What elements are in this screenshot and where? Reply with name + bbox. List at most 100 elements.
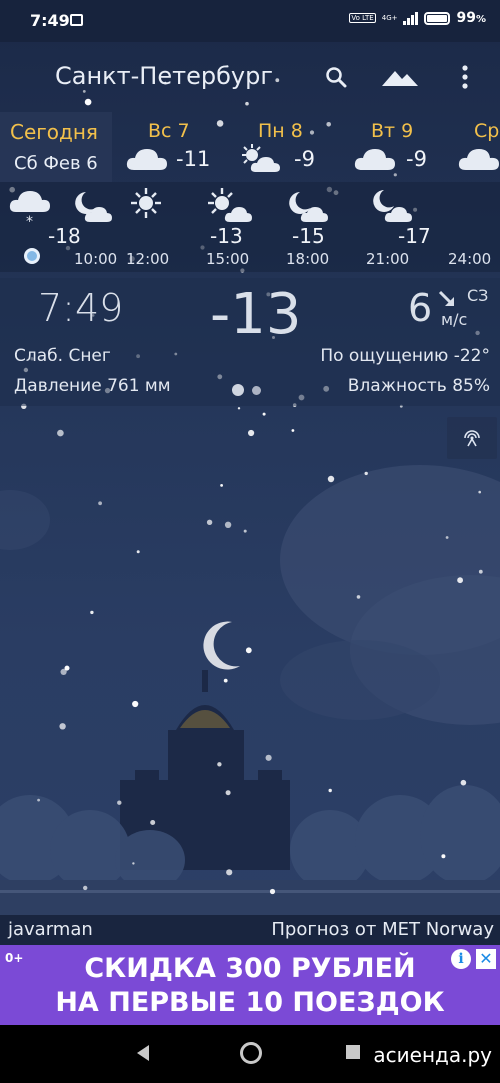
snowflake: [265, 754, 272, 761]
home-icon[interactable]: [240, 1042, 262, 1064]
ad-close-icon[interactable]: ✕: [476, 949, 496, 969]
snowflake: [226, 869, 233, 876]
snowflake: [237, 407, 241, 410]
status-time: 7:49: [30, 11, 70, 30]
hour-time: 12:00: [126, 250, 170, 268]
day-date: Сб Фев 6: [14, 153, 98, 174]
current-temperature: -13: [210, 282, 302, 347]
hour-item: 24:00: [448, 182, 500, 272]
snowflake: [225, 790, 231, 796]
hour-item: -13 15:00: [206, 182, 286, 272]
back-icon[interactable]: [135, 1044, 151, 1062]
snowflake: [206, 519, 213, 525]
day-label: Вс 7: [148, 120, 190, 142]
credits-bar: javarman Прогноз от MET Norway: [0, 915, 500, 945]
snowflake: [83, 885, 88, 891]
ad-headline: СКИДКА 300 РУБЛЕЙ: [84, 953, 416, 984]
snow-cloud-icon: *: [9, 191, 50, 226]
ad-subline: НА ПЕРВЫЕ 10 ПОЕЗДОК: [55, 987, 445, 1018]
cloud-icon: [354, 149, 395, 170]
wind-direction: СЗ: [467, 286, 489, 305]
feels-like: По ощущению -22°: [320, 346, 490, 366]
volte-icon: Vo LTE: [349, 13, 376, 23]
page-indicator: [232, 384, 261, 396]
current-time-indicator: [24, 248, 40, 264]
hour-temp: -17: [398, 224, 431, 248]
forecast-source[interactable]: Прогноз от MET Norway: [271, 919, 494, 940]
more-options-icon[interactable]: [458, 64, 472, 90]
snowflake: [245, 647, 252, 654]
sun-cloud-icon: [208, 188, 252, 222]
snowflake: [364, 471, 368, 476]
network-type: 4G+: [381, 13, 398, 22]
snowflake: [478, 490, 482, 494]
battery-icon: [424, 11, 451, 25]
app-top-bar: Санкт-Петербург: [0, 42, 500, 112]
day-label: Сегодня: [10, 120, 98, 144]
pressure: Давление 761 мм: [14, 376, 171, 396]
radar-button[interactable]: [447, 417, 497, 459]
search-icon[interactable]: [325, 66, 347, 88]
snowflake: [220, 484, 224, 487]
wind-direction-arrow-icon: [438, 290, 454, 306]
ad-banner[interactable]: 0+ СКИДКА 300 РУБЛЕЙ НА ПЕРВЫЕ 10 ПОЕЗДО…: [0, 945, 500, 1025]
sun-cloud-icon: [242, 144, 280, 172]
day-label: Пн 8: [258, 120, 303, 142]
cloud-icon: [458, 149, 499, 170]
day-tab-wed[interactable]: Ср: [458, 112, 500, 182]
city-name[interactable]: Санкт-Петербург: [55, 62, 273, 90]
snowflake: [132, 700, 139, 708]
hour-item: -15 18:00: [286, 182, 366, 272]
cloud-icon: [126, 149, 167, 170]
landscape-icon[interactable]: [380, 66, 420, 88]
photo-author[interactable]: javarman: [8, 919, 93, 940]
moon-cloud-icon: [373, 190, 412, 222]
recents-icon[interactable]: [346, 1045, 360, 1059]
snowflake: [441, 854, 446, 859]
day-label: Вт 9: [371, 120, 414, 142]
snowflake: [217, 762, 222, 767]
hour-time: 18:00: [286, 250, 330, 268]
status-right: Vo LTE 4G+ 99%: [349, 10, 486, 26]
ad-info-icon[interactable]: i: [451, 949, 471, 969]
snowflake: [262, 412, 266, 416]
snowflake: [291, 429, 295, 432]
hour-temp: -13: [210, 224, 243, 248]
signal-icon: [403, 11, 419, 25]
snowflake: [136, 550, 140, 554]
hour-time: 21:00: [366, 250, 410, 268]
wind-unit: м/с: [441, 310, 468, 329]
status-bar: 7:49 Vo LTE 4G+ 99%: [0, 0, 500, 42]
snowflake: [57, 429, 64, 437]
day-temp: -11: [176, 147, 211, 171]
hour-temp: -15: [292, 224, 325, 248]
snowflake: [37, 798, 40, 802]
radar-icon: [464, 430, 480, 447]
snowflake: [327, 475, 335, 483]
snowflake: [243, 529, 247, 533]
snowflake: [132, 862, 135, 865]
svg-text:*: *: [26, 214, 33, 226]
snowflake: [59, 723, 66, 730]
day-tab-sun[interactable]: Вс 7 -11: [126, 112, 226, 182]
snowflake: [445, 536, 449, 539]
snowflake: [224, 521, 232, 528]
day-tab-today[interactable]: Сегодня Сб Фев 6: [0, 112, 112, 182]
daily-forecast-strip: Сегодня Сб Фев 6 Вс 7 -11 Пн 8 -9 Вт 9 -…: [0, 112, 500, 182]
current-time: 7:49: [38, 286, 124, 330]
day-tab-tue[interactable]: Вт 9 -9: [354, 112, 454, 182]
hour-item: 12:00: [126, 182, 206, 272]
day-tab-mon[interactable]: Пн 8 -9: [240, 112, 340, 182]
snowflake: [269, 888, 276, 895]
calendar-notification-icon: [70, 14, 83, 26]
hourly-forecast[interactable]: * -18 10:00 12:00 -13 15:00 -15 18:00 -1…: [0, 182, 500, 272]
snowflake: [64, 665, 70, 671]
current-conditions-card[interactable]: 7:49 -13 6 СЗ м/с Слаб. Снег По ощущению…: [0, 278, 500, 406]
moon-cloud-icon: [289, 192, 328, 222]
weather-condition: Слаб. Снег: [14, 346, 111, 366]
moon-cloud-icon: [75, 192, 112, 222]
watermark: асиенда.ру: [373, 1043, 492, 1067]
snowflake: [356, 595, 361, 599]
snowflake: [460, 779, 467, 786]
snowflake: [328, 788, 332, 793]
